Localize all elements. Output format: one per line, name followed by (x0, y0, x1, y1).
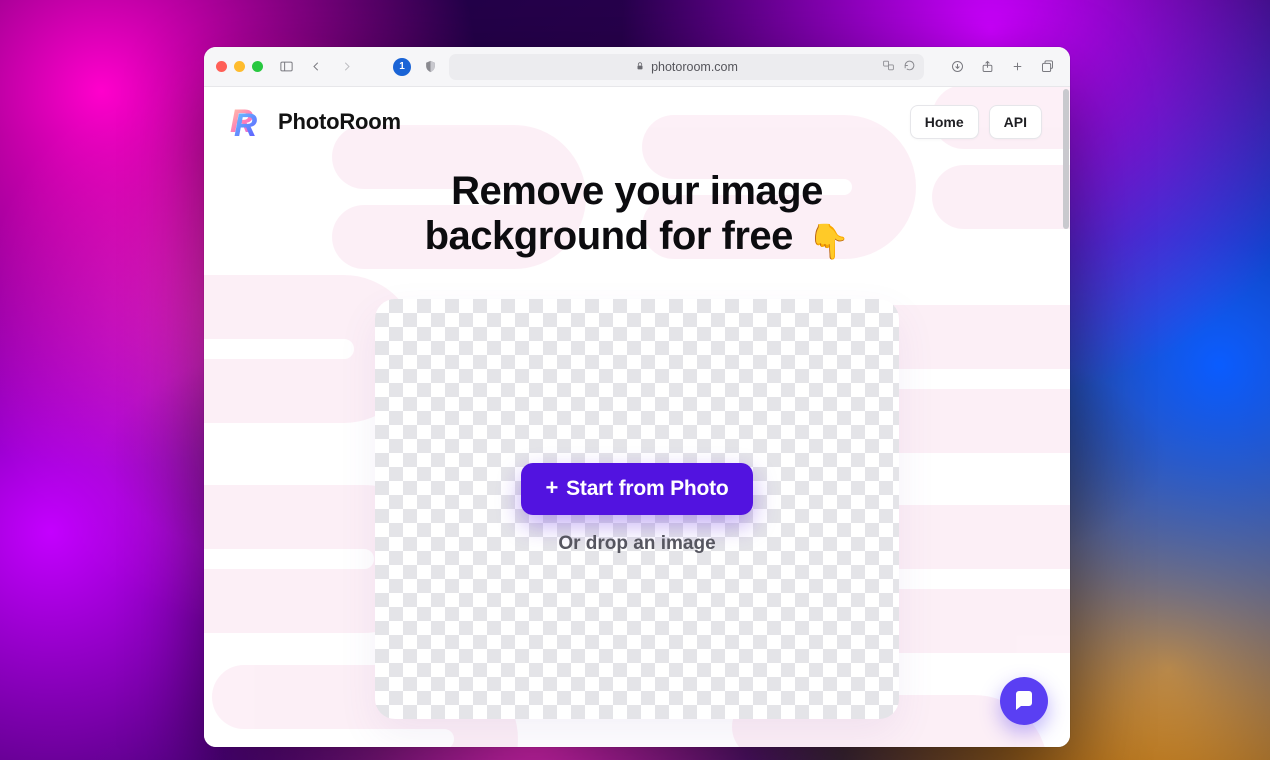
nav-back-icon[interactable] (305, 56, 327, 78)
hero-line2: background for free (425, 214, 793, 258)
translate-icon[interactable] (882, 59, 895, 75)
start-button-label: Start from Photo (566, 477, 728, 501)
nav-forward-icon[interactable] (335, 56, 357, 78)
chat-icon (1012, 689, 1036, 713)
tabs-overview-icon[interactable] (1036, 56, 1058, 78)
window-maximize-button[interactable] (252, 61, 263, 72)
hero: Remove your image background for free 👇 (204, 147, 1070, 261)
new-tab-icon[interactable] (1006, 56, 1028, 78)
brand-logo-icon: RR (232, 105, 266, 139)
hero-heading: Remove your image background for free 👇 (425, 169, 850, 261)
browser-titlebar: 1 photoroom.com (204, 47, 1070, 87)
hero-line1: Remove your image (451, 169, 823, 213)
start-from-photo-button[interactable]: + Start from Photo (521, 463, 752, 515)
window-controls (216, 61, 263, 72)
drop-hint: Or drop an image (558, 533, 715, 555)
chat-widget-button[interactable] (1000, 677, 1048, 725)
window-minimize-button[interactable] (234, 61, 245, 72)
site-header: RR PhotoRoom Home API (204, 87, 1070, 147)
address-bar[interactable]: photoroom.com (449, 54, 924, 80)
downloads-icon[interactable] (946, 56, 968, 78)
nav-api[interactable]: API (989, 105, 1042, 139)
share-icon[interactable] (976, 56, 998, 78)
lock-icon (635, 60, 645, 74)
sidebar-toggle-icon[interactable] (275, 56, 297, 78)
nav-home[interactable]: Home (910, 105, 979, 139)
onepassword-icon[interactable]: 1 (393, 58, 411, 76)
window-close-button[interactable] (216, 61, 227, 72)
page-content: RR PhotoRoom Home API Remove your image … (204, 87, 1070, 747)
reload-icon[interactable] (903, 59, 916, 75)
privacy-shield-icon[interactable] (419, 56, 441, 78)
upload-dropzone[interactable]: + Start from Photo Or drop an image (375, 299, 899, 719)
point-down-icon: 👇 (808, 223, 850, 261)
brand-name: PhotoRoom (278, 109, 401, 135)
address-text: photoroom.com (651, 60, 738, 74)
brand[interactable]: RR PhotoRoom (232, 105, 401, 139)
browser-window: 1 photoroom.com (204, 47, 1070, 747)
top-nav: Home API (910, 105, 1042, 139)
